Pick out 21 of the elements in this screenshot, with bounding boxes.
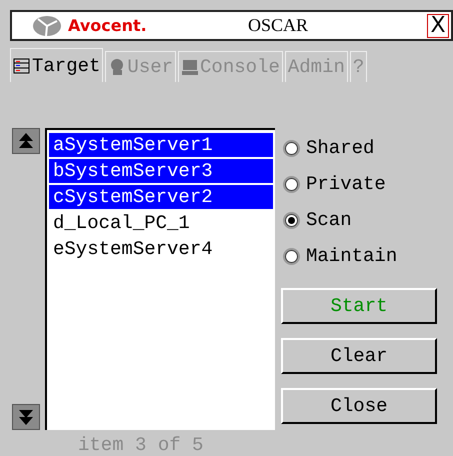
scroll-down-icon [18,408,34,426]
scroll-down-button[interactable] [12,404,40,430]
action-button[interactable]: Close [281,388,437,424]
scroll-up-button[interactable] [12,128,40,154]
mode-radio[interactable]: Scan [285,202,437,238]
action-button[interactable]: Clear [281,338,437,374]
status-text: item 3 of 5 [78,434,204,456]
mode-radio[interactable]: Shared [285,130,437,166]
monitor-icon [181,58,200,76]
server-item[interactable]: bSystemServer3 [49,159,273,183]
logo-icon [32,14,62,36]
mode-radio[interactable]: Maintain [285,238,437,274]
tab[interactable]: Target [10,48,104,82]
server-item[interactable]: aSystemServer1 [49,133,273,157]
server-item[interactable]: cSystemServer2 [49,185,273,209]
scroll-up-icon [18,132,34,150]
mode-radio[interactable]: Private [285,166,437,202]
brand-name: Avocent. [68,16,148,35]
window-title: OSCAR [247,15,310,36]
window-close-button[interactable]: X [427,14,449,38]
list-icon [13,56,31,74]
